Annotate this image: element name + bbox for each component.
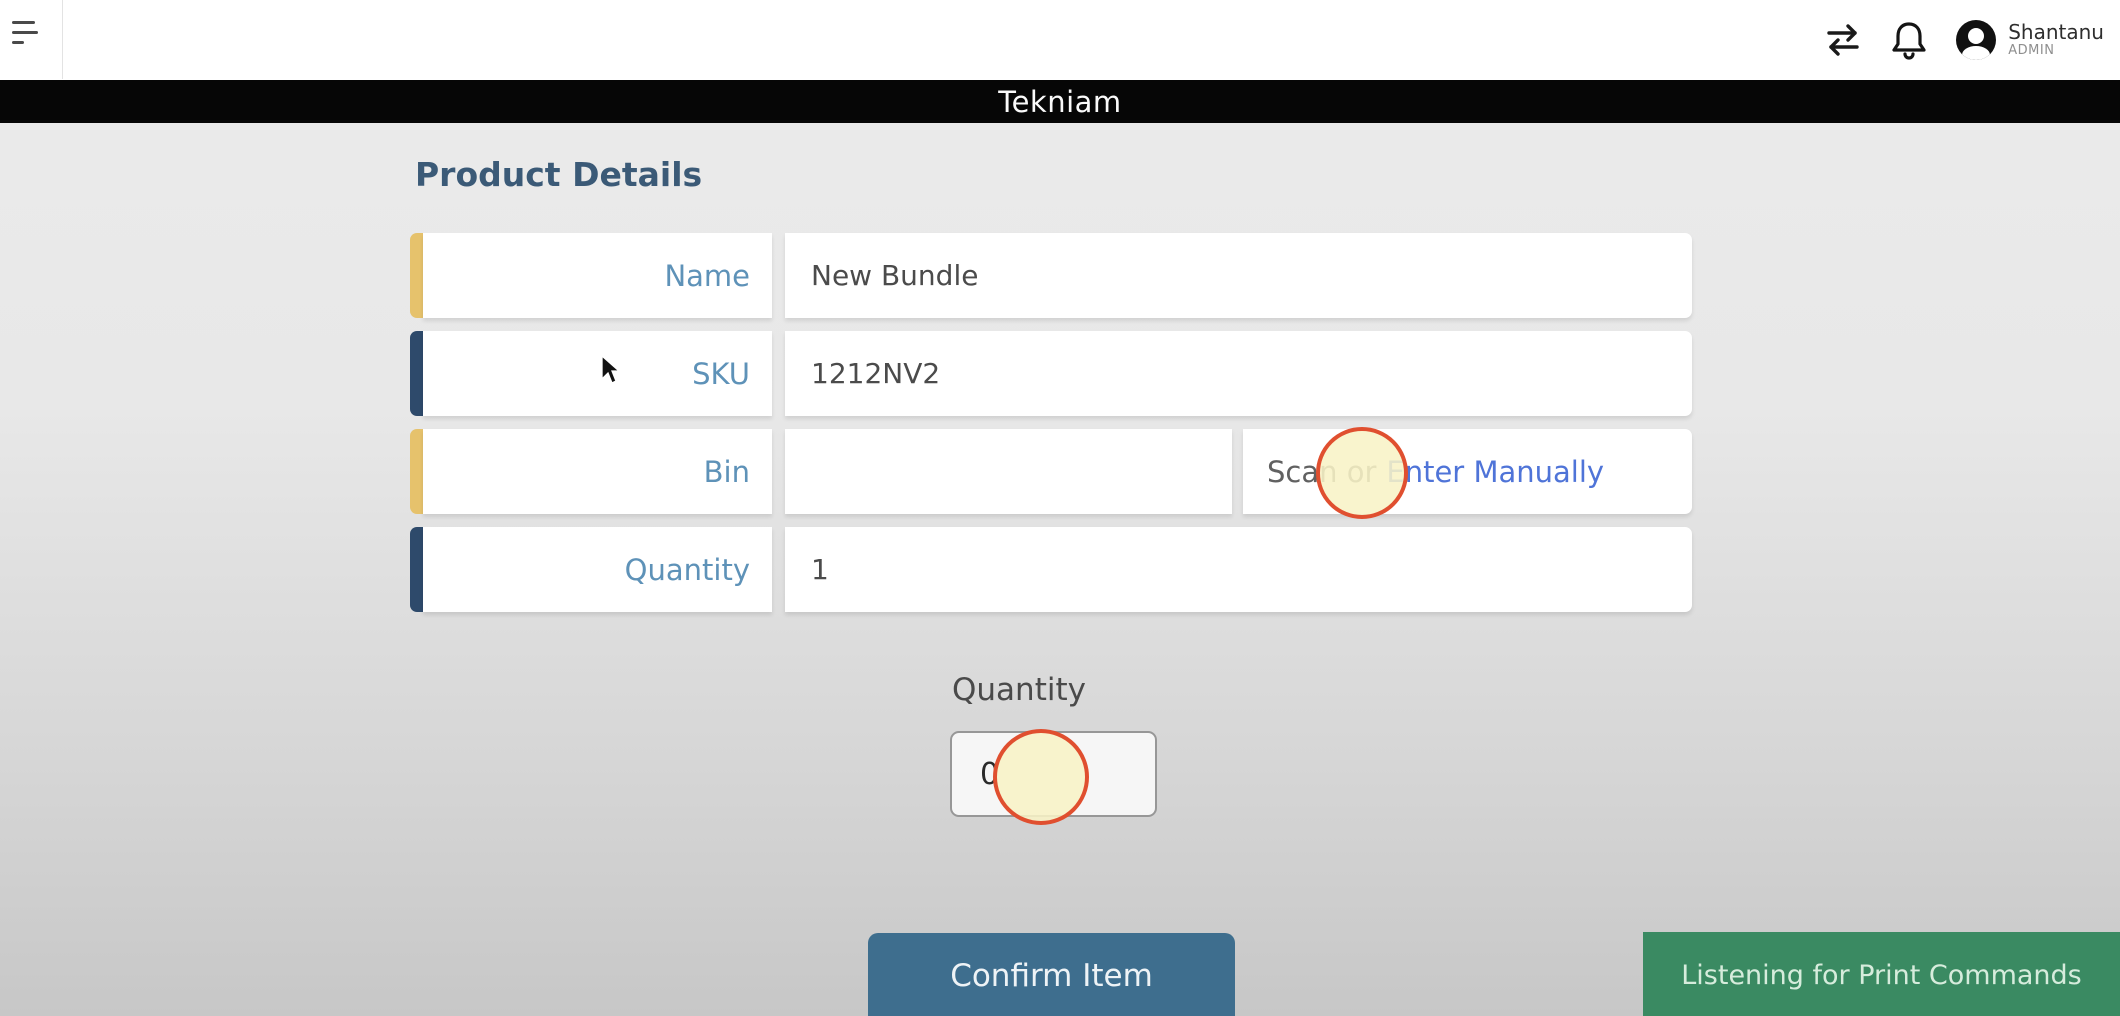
click-highlight-circle-quantity [993, 729, 1089, 825]
bin-label: Bin [423, 429, 772, 514]
quantity-section-label: Quantity [952, 672, 1086, 708]
accent-bar [410, 527, 423, 612]
quantity-value: 1 [785, 527, 1692, 612]
bin-input[interactable] [785, 429, 1232, 514]
form-row-name: Name New Bundle [410, 233, 1692, 318]
sku-value: 1212NV2 [785, 331, 1692, 416]
confirm-item-button[interactable]: Confirm Item [868, 933, 1235, 1016]
user-info: Shantanu ADMIN [2008, 21, 2104, 59]
page-title: Product Details [415, 155, 702, 194]
form-row-bin: Bin Scan or Enter Manually [410, 429, 1692, 514]
transfer-arrows-icon[interactable] [1824, 22, 1862, 58]
accent-bar [410, 429, 423, 514]
avatar [1956, 20, 1996, 60]
top-bar: Shantanu ADMIN [0, 0, 2120, 80]
form-row-quantity: Quantity 1 [410, 527, 1692, 612]
user-name: Shantanu [2008, 21, 2104, 44]
confirm-item-label: Confirm Item [950, 958, 1153, 994]
app-screen: Shantanu ADMIN Tekniam Product Details N… [0, 0, 2120, 1016]
title-bar: Tekniam [0, 80, 2120, 123]
quantity-label: Quantity [423, 527, 772, 612]
listening-label: Listening for Print Commands [1681, 960, 2082, 991]
product-details-form: Name New Bundle SKU 1212NV2 Bin Scan or … [410, 233, 1692, 612]
topbar-divider [62, 0, 63, 79]
click-highlight-circle-bin [1316, 427, 1408, 519]
app-title: Tekniam [998, 85, 1121, 119]
user-avatar-icon[interactable] [1956, 20, 2008, 60]
name-value: New Bundle [785, 233, 1692, 318]
user-role: ADMIN [2008, 44, 2104, 59]
bell-icon[interactable] [1890, 19, 1928, 61]
mouse-cursor-icon [600, 355, 622, 385]
listening-print-commands-button[interactable]: Listening for Print Commands [1643, 932, 2120, 1016]
hamburger-menu-icon[interactable] [12, 21, 42, 47]
accent-bar [410, 331, 423, 416]
scan-or-enter-link[interactable]: Scan or Enter Manually [1243, 429, 1692, 514]
sku-label: SKU [423, 331, 772, 416]
name-label: Name [423, 233, 772, 318]
accent-bar [410, 233, 423, 318]
enter-manually-link[interactable]: Enter Manually [1386, 455, 1604, 489]
